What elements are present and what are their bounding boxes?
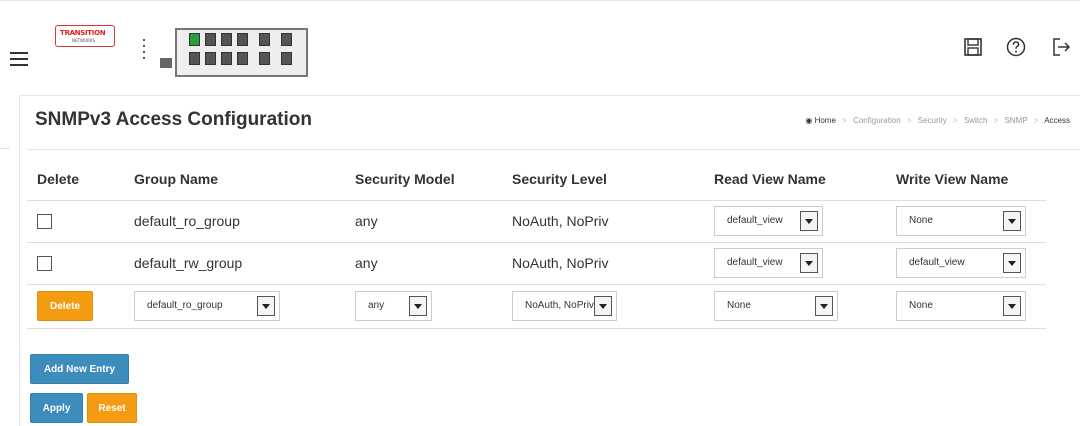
access-table: Delete Group Name Security Model Securit… bbox=[27, 158, 1046, 329]
security-level-select[interactable]: NoAuth, NoPriv bbox=[512, 291, 617, 321]
delete-checkbox[interactable] bbox=[37, 214, 52, 230]
breadcrumb-snmp[interactable]: SNMP bbox=[1005, 116, 1028, 125]
sidebar-divider bbox=[0, 148, 10, 149]
write-view-select[interactable]: None bbox=[896, 291, 1026, 321]
header-group-name: Group Name bbox=[124, 158, 345, 201]
header-delete: Delete bbox=[27, 158, 124, 201]
logo-text: TRANSITION bbox=[60, 29, 106, 37]
port-7-icon[interactable] bbox=[237, 33, 248, 46]
add-new-entry-button[interactable]: Add New Entry bbox=[30, 354, 129, 384]
header-security-model: Security Model bbox=[345, 158, 502, 201]
table-row: default_rw_group any NoAuth, NoPriv defa… bbox=[27, 242, 1046, 285]
chevron-down-icon[interactable] bbox=[800, 253, 818, 273]
security-model-select[interactable]: any bbox=[355, 291, 432, 321]
status-leds-icon bbox=[140, 39, 150, 69]
top-header: TRANSITION NETWORKS bbox=[0, 0, 1080, 95]
logout-icon[interactable] bbox=[1050, 36, 1072, 58]
breadcrumb-separator: > bbox=[952, 116, 958, 125]
write-view-value: default_view bbox=[909, 257, 965, 268]
security-level-cell: NoAuth, NoPriv bbox=[502, 200, 704, 243]
breadcrumb-separator: > bbox=[1033, 116, 1039, 125]
save-icon[interactable] bbox=[962, 36, 984, 58]
group-name-select[interactable]: default_ro_group bbox=[134, 291, 280, 321]
chevron-down-icon[interactable] bbox=[1003, 296, 1021, 316]
read-view-value: None bbox=[727, 300, 751, 311]
port-9-icon[interactable] bbox=[259, 33, 270, 46]
write-view-select[interactable]: None bbox=[896, 206, 1026, 236]
breadcrumb-separator: > bbox=[993, 116, 999, 125]
breadcrumb-access: Access bbox=[1044, 116, 1070, 125]
reset-button[interactable]: Reset bbox=[87, 393, 137, 423]
port-11-icon[interactable] bbox=[281, 33, 292, 46]
header-security-level: Security Level bbox=[502, 158, 704, 201]
breadcrumb-home[interactable]: Home bbox=[815, 116, 836, 125]
port-5-icon[interactable] bbox=[221, 33, 232, 46]
security-model-cell: any bbox=[345, 200, 502, 243]
switch-port-panel bbox=[175, 28, 308, 77]
read-view-select[interactable]: default_view bbox=[714, 248, 823, 278]
table-header-row: Delete Group Name Security Model Securit… bbox=[27, 158, 1046, 201]
port-8-icon[interactable] bbox=[237, 52, 248, 65]
read-view-select[interactable]: None bbox=[714, 291, 838, 321]
title-divider bbox=[27, 149, 1080, 150]
write-view-select[interactable]: default_view bbox=[896, 248, 1026, 278]
port-4-icon[interactable] bbox=[205, 52, 216, 65]
chevron-down-icon[interactable] bbox=[1003, 211, 1021, 231]
security-level-value: NoAuth, NoPriv bbox=[525, 300, 594, 311]
breadcrumb-separator: > bbox=[906, 116, 912, 125]
port-6-icon[interactable] bbox=[221, 52, 232, 65]
security-level-cell: NoAuth, NoPriv bbox=[502, 242, 704, 285]
breadcrumb-configuration[interactable]: Configuration bbox=[853, 116, 901, 125]
group-name-cell: default_rw_group bbox=[124, 242, 345, 285]
group-name-cell: default_ro_group bbox=[124, 200, 345, 243]
chevron-down-icon[interactable] bbox=[800, 211, 818, 231]
transition-networks-logo: TRANSITION NETWORKS bbox=[55, 25, 115, 47]
new-entry-row: Delete default_ro_group any NoAuth, NoPr… bbox=[27, 284, 1046, 329]
chevron-down-icon[interactable] bbox=[594, 296, 612, 316]
console-port-icon bbox=[160, 58, 172, 68]
port-1-icon[interactable] bbox=[189, 33, 200, 46]
read-view-value: default_view bbox=[727, 257, 783, 268]
breadcrumb-security[interactable]: Security bbox=[918, 116, 947, 125]
header-write-view-name: Write View Name bbox=[886, 158, 1046, 201]
breadcrumb-separator: > bbox=[842, 116, 847, 125]
menu-icon[interactable] bbox=[10, 52, 28, 66]
chevron-down-icon[interactable] bbox=[815, 296, 833, 316]
port-2-icon[interactable] bbox=[189, 52, 200, 65]
port-3-icon[interactable] bbox=[205, 33, 216, 46]
group-name-value: default_ro_group bbox=[147, 300, 223, 311]
security-model-cell: any bbox=[345, 242, 502, 285]
breadcrumb: ◉ Home > Configuration > Security > Swit… bbox=[805, 116, 1070, 125]
port-10-icon[interactable] bbox=[259, 52, 270, 65]
breadcrumb-switch[interactable]: Switch bbox=[964, 116, 988, 125]
delete-new-entry-button[interactable]: Delete bbox=[37, 291, 94, 321]
read-view-value: default_view bbox=[727, 215, 783, 226]
chevron-down-icon[interactable] bbox=[1003, 253, 1021, 273]
write-view-value: None bbox=[909, 300, 933, 311]
chevron-down-icon[interactable] bbox=[257, 296, 275, 316]
read-view-select[interactable]: default_view bbox=[714, 206, 823, 236]
write-view-value: None bbox=[909, 215, 933, 226]
delete-checkbox[interactable] bbox=[37, 256, 52, 272]
security-model-value: any bbox=[368, 300, 385, 311]
chevron-down-icon[interactable] bbox=[409, 296, 427, 316]
header-read-view-name: Read View Name bbox=[704, 158, 886, 201]
help-icon[interactable] bbox=[1005, 36, 1027, 58]
apply-button[interactable]: Apply bbox=[30, 393, 83, 423]
page-title: SNMPv3 Access Configuration bbox=[35, 109, 312, 130]
home-icon[interactable]: ◉ bbox=[805, 116, 812, 125]
port-12-icon[interactable] bbox=[281, 52, 292, 65]
logo-subtext: NETWORKS bbox=[72, 38, 96, 43]
table-row: default_ro_group any NoAuth, NoPriv defa… bbox=[27, 200, 1046, 243]
